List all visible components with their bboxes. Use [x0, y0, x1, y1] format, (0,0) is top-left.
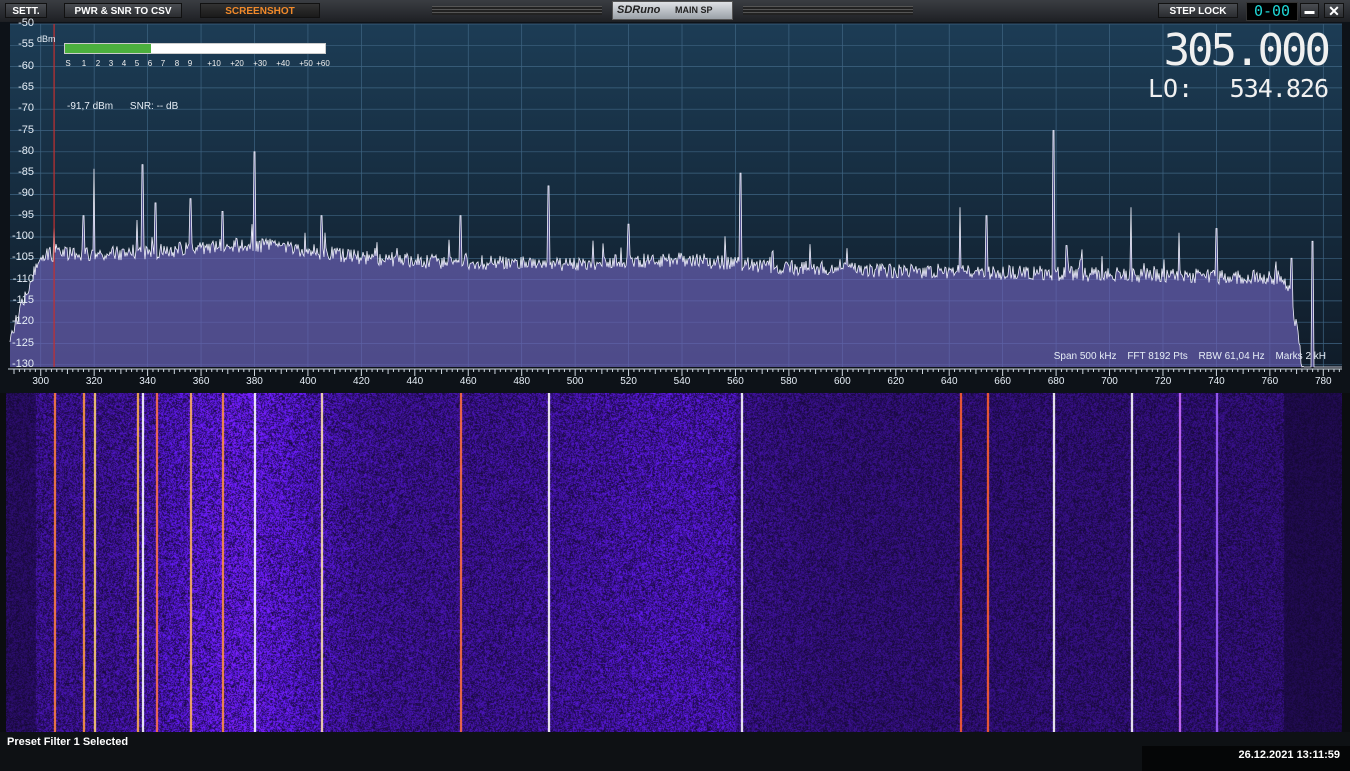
dbm-tick-label: -75 — [18, 123, 34, 136]
s-meter-scale-label: 4 — [121, 59, 127, 68]
frequency-tick-label: 500 — [566, 376, 584, 387]
status-bar: Preset Filter 1 Selected 26.12.2021 13:1… — [0, 732, 1350, 771]
frequency-tick-label: 680 — [1047, 376, 1065, 387]
status-datetime: 26.12.2021 13:11:59 — [1238, 749, 1340, 761]
span-info: Span 500 kHz — [1053, 351, 1117, 362]
frequency-tick-label: 560 — [727, 376, 744, 387]
dbm-tick-label: -60 — [18, 59, 34, 72]
minimize-button[interactable]: ▬ — [1300, 3, 1319, 18]
s-meter-scale-label: +30 — [253, 59, 267, 68]
window-brand: SDRuno MAIN SP — [612, 1, 733, 20]
s-meter-bar — [64, 43, 326, 54]
s-meter-scale-label: +20 — [230, 59, 244, 68]
step-lock-button[interactable]: STEP LOCK — [1158, 3, 1238, 18]
frequency-axis — [8, 368, 1342, 376]
waterfall-display[interactable] — [6, 393, 1342, 732]
dbm-tick-label: -105 — [11, 251, 34, 264]
dbm-tick-label: -90 — [18, 187, 34, 200]
fft-points-info: FFT 8192 Pts — [1127, 351, 1188, 362]
snr-value: SNR: -- dB — [129, 101, 179, 112]
status-message: Preset Filter 1 Selected — [7, 736, 129, 748]
frequency-tick-label: 320 — [85, 376, 103, 387]
marks-info: Marks 2 kH — [1275, 351, 1326, 362]
dbm-tick-label: -130 — [11, 357, 34, 370]
window-name: MAIN SP — [675, 5, 713, 15]
frequency-tick-label: 300 — [32, 376, 50, 387]
dbm-tick-label: -55 — [18, 38, 34, 51]
frequency-tick-label: 380 — [246, 376, 263, 387]
fft-info: Span 500 kHz FFT 8192 Pts RBW 61,04 Hz M… — [1046, 351, 1326, 362]
dbm-tick-label: -100 — [11, 230, 34, 242]
spectrum-display[interactable]: -50 -55 -60 -65 -70 -75 -80 -85 -90 -95 -100 -105 -1… — [0, 17, 1350, 393]
settings-button[interactable]: SETT. — [5, 3, 47, 18]
s-meter-scale-label: 1 — [81, 59, 87, 68]
s-meter-scale-label: S — [65, 59, 71, 68]
dbm-tick-label: -70 — [18, 102, 34, 115]
s-meter-scale-label: +50 — [299, 59, 313, 68]
frequency-tick-label: 760 — [1261, 376, 1279, 387]
frequency-tick-label: 540 — [673, 376, 691, 387]
frequency-tick-label: 780 — [1314, 376, 1332, 387]
s-meter-scale-label: +60 — [316, 59, 330, 68]
signal-level: -91,7 dBm — [67, 101, 114, 112]
dbm-tick-label: -110 — [12, 272, 34, 285]
pwr-snr-csv-button[interactable]: PWR & SNR TO CSV — [64, 3, 182, 18]
s-meter-scale-label: 9 — [187, 59, 193, 68]
s-meter-scale-label: 7 — [160, 59, 166, 68]
signal-readout: -91,7 dBm SNR: -- dB — [67, 101, 192, 112]
lo-frequency[interactable]: 534.826 — [1230, 74, 1329, 103]
dbm-tick-label: -115 — [12, 293, 34, 306]
frequency-tick-label: 340 — [139, 376, 156, 387]
dbm-tick-label: -125 — [11, 336, 34, 349]
dbm-tick-label: -95 — [18, 208, 34, 221]
frequency-tick-label: 580 — [780, 376, 798, 387]
screenshot-button[interactable]: SCREENSHOT — [200, 3, 320, 18]
frequency-tick-label: 720 — [1154, 376, 1172, 387]
frequency-tick-label: 740 — [1208, 376, 1225, 387]
frequency-tick-label: 640 — [940, 376, 958, 387]
frequency-tick-label: 700 — [1101, 376, 1118, 387]
s-meter-scale-label: 6 — [147, 59, 153, 68]
s-meter-scale-label: 8 — [174, 59, 180, 68]
frequency-tick-label: 620 — [887, 376, 905, 387]
s-meter-fill — [65, 44, 151, 53]
frequency-tick-label: 520 — [620, 376, 637, 387]
s-meter-scale-label: +10 — [207, 59, 221, 68]
title-bar: SETT. PWR & SNR TO CSV SCREENSHOT SDRuno… — [0, 0, 1350, 23]
s-meter-scale-label: 5 — [134, 59, 140, 68]
frequency-tick-label: 660 — [994, 376, 1011, 387]
s-meter-scale-label: 2 — [95, 59, 101, 68]
close-button[interactable]: ✕ — [1324, 3, 1344, 19]
rbw-info: RBW 61,04 Hz — [1198, 351, 1265, 362]
lo-label: LO: — [1148, 74, 1194, 103]
tuned-frequency[interactable]: 305.000 — [1164, 28, 1331, 74]
frequency-tick-label: 600 — [833, 376, 851, 387]
frequency-tick-label: 460 — [459, 376, 477, 387]
brand-logo: SDRuno — [617, 4, 661, 16]
frequency-tick-label: 360 — [192, 376, 210, 387]
dbm-tick-label: -120 — [11, 315, 34, 328]
s-meter-scale-label: 3 — [108, 59, 114, 68]
frequency-tick-label: 480 — [513, 376, 531, 387]
drag-grip-right[interactable] — [743, 6, 913, 15]
step-display[interactable]: 0-00 — [1246, 2, 1298, 21]
dbm-tick-label: -85 — [18, 166, 34, 179]
s-meter-scale-label: +40 — [276, 59, 290, 68]
dbm-tick-label: -65 — [18, 80, 34, 93]
frequency-tick-label: 400 — [299, 376, 317, 387]
frequency-tick-label: 440 — [406, 376, 424, 387]
frequency-tick-label: 420 — [353, 376, 370, 387]
drag-grip-left[interactable] — [432, 6, 602, 15]
dbm-unit-label: dBm — [37, 34, 56, 44]
dbm-tick-label: -80 — [18, 144, 34, 157]
dbm-tick-label: -50 — [18, 17, 34, 29]
